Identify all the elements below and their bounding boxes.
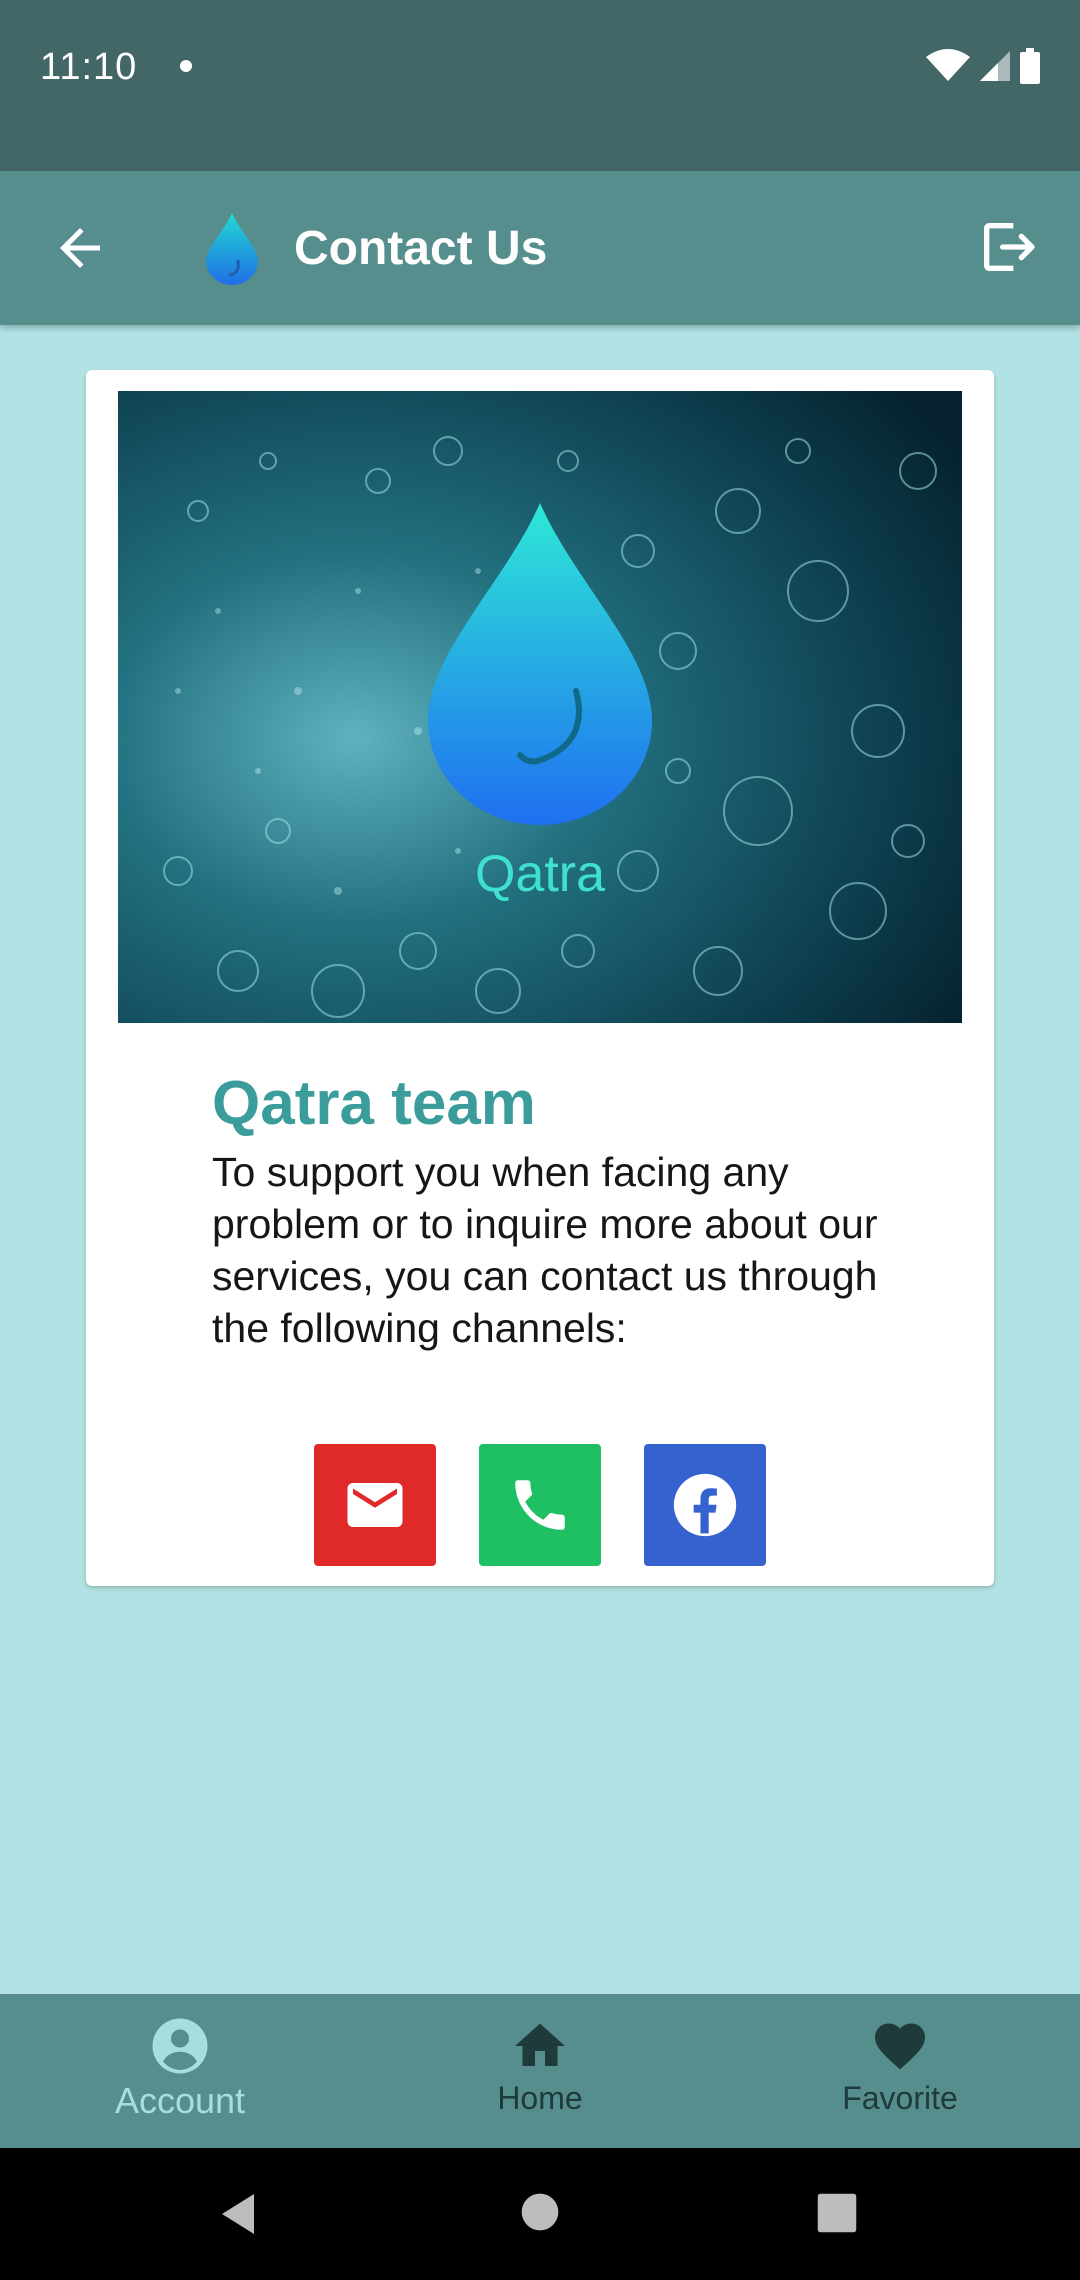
bottom-navigation: Account Home Favorite	[0, 1994, 1080, 2148]
nav-account[interactable]: Account	[0, 1994, 360, 2148]
notification-dot-icon	[180, 60, 192, 72]
system-recents-icon[interactable]	[816, 2192, 858, 2234]
facebook-icon	[673, 1473, 737, 1537]
hero-logo-text: Qatra	[475, 845, 605, 903]
status-icons	[926, 48, 1040, 84]
cell-signal-icon	[980, 51, 1010, 81]
account-circle-icon	[152, 2018, 208, 2074]
status-bar: 11:10	[0, 0, 1080, 171]
hero-image: Qatra	[118, 391, 962, 1023]
contact-channels	[314, 1444, 766, 1566]
app-bar: Contact Us	[0, 171, 1080, 325]
phone-button[interactable]	[479, 1444, 601, 1566]
system-home-icon[interactable]	[518, 2190, 562, 2234]
card-title: Qatra team	[212, 1069, 536, 1138]
nav-favorite[interactable]: Favorite	[720, 1994, 1080, 2148]
system-back-icon[interactable]	[214, 2190, 262, 2238]
card-description: To support you when facing any problem o…	[212, 1149, 878, 1351]
nav-home[interactable]: Home	[360, 1994, 720, 2148]
logout-icon[interactable]	[976, 215, 1040, 279]
system-navigation-bar	[0, 2148, 1080, 2280]
contact-card: Qatra Qatra team To support you when fac…	[86, 370, 994, 1586]
heart-icon	[875, 2023, 925, 2070]
status-time: 11:10	[40, 46, 138, 88]
nav-favorite-label: Favorite	[842, 2080, 958, 2116]
page-title: Contact Us	[294, 222, 548, 275]
home-icon	[515, 2023, 565, 2066]
nav-account-label: Account	[114, 2080, 246, 2121]
back-arrow-icon[interactable]	[50, 218, 110, 278]
water-drop-logo-icon	[206, 213, 258, 285]
email-button[interactable]	[314, 1444, 436, 1566]
wifi-icon	[926, 49, 970, 81]
email-icon	[347, 1483, 403, 1527]
facebook-button[interactable]	[644, 1444, 766, 1566]
phone-icon	[515, 1480, 565, 1530]
nav-home-label: Home	[497, 2080, 583, 2116]
battery-icon	[1020, 48, 1040, 84]
